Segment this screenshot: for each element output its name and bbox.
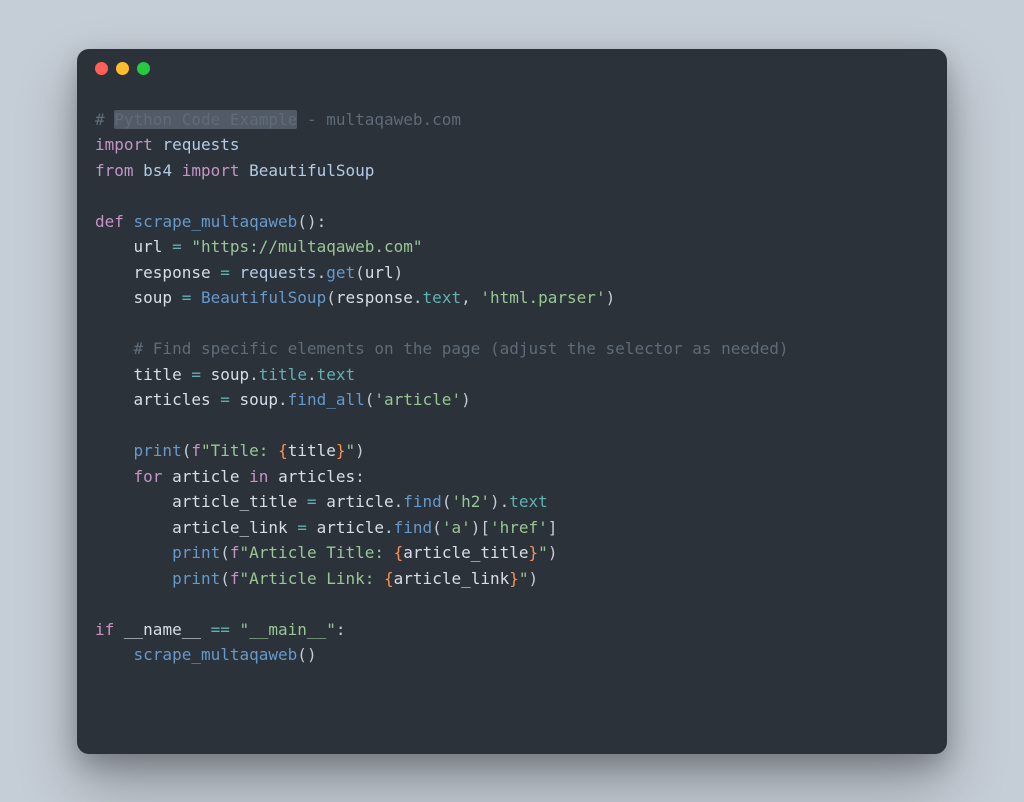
fn-findall: find_all bbox=[288, 390, 365, 409]
titlebar bbox=[77, 49, 947, 89]
var-soup: soup bbox=[134, 288, 173, 307]
var-articles: articles bbox=[134, 390, 211, 409]
comment: # Python Code Example - multaqaweb.com bbox=[95, 110, 461, 129]
kw-import: import bbox=[182, 161, 240, 180]
minimize-icon[interactable] bbox=[116, 62, 129, 75]
fn-beautifulsoup: BeautifulSoup bbox=[201, 288, 326, 307]
comment: # Find specific elements on the page (ad… bbox=[134, 339, 789, 358]
fn-get: get bbox=[326, 263, 355, 282]
code-editor[interactable]: # Python Code Example - multaqaweb.com i… bbox=[77, 89, 947, 754]
kw-import: import bbox=[95, 135, 153, 154]
string-parser: 'html.parser' bbox=[480, 288, 605, 307]
fn-call: scrape_multaqaweb bbox=[134, 645, 298, 664]
var-url: url bbox=[134, 237, 163, 256]
var-article-link: article_link bbox=[172, 518, 288, 537]
fn-name: scrape_multaqaweb bbox=[134, 212, 298, 231]
kw-def: def bbox=[95, 212, 124, 231]
string-main: "__main__" bbox=[240, 620, 336, 639]
module-requests: requests bbox=[162, 135, 239, 154]
kw-from: from bbox=[95, 161, 134, 180]
kw-for: for bbox=[134, 467, 163, 486]
var-title: title bbox=[134, 365, 182, 384]
var-response: response bbox=[134, 263, 211, 282]
text-selection: Python Code Example bbox=[114, 110, 297, 129]
close-icon[interactable] bbox=[95, 62, 108, 75]
module-beautifulsoup: BeautifulSoup bbox=[249, 161, 374, 180]
string-url: "https://multaqaweb.com" bbox=[191, 237, 422, 256]
module-bs4: bs4 bbox=[143, 161, 172, 180]
dunder-name: __name__ bbox=[124, 620, 201, 639]
fn-print: print bbox=[134, 441, 182, 460]
code-window: # Python Code Example - multaqaweb.com i… bbox=[77, 49, 947, 754]
maximize-icon[interactable] bbox=[137, 62, 150, 75]
kw-if: if bbox=[95, 620, 114, 639]
var-article-title: article_title bbox=[172, 492, 297, 511]
